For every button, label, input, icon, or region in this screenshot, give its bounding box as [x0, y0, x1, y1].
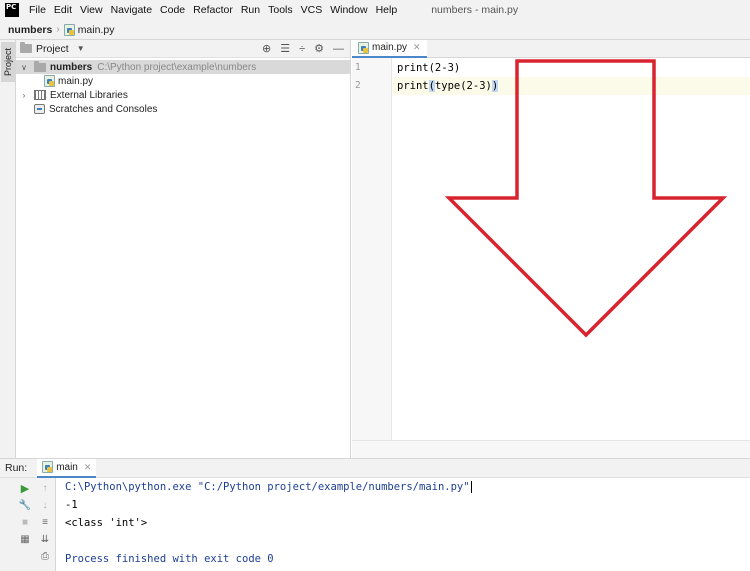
project-folder-icon: [20, 42, 32, 53]
menu-bar: PC File Edit View Navigate Code Refactor…: [0, 0, 750, 20]
menu-vcs[interactable]: VCS: [297, 0, 327, 20]
close-icon[interactable]: ✕: [84, 462, 92, 473]
console-output-line: <class 'int'>: [65, 517, 148, 529]
code-token: print: [397, 80, 429, 92]
left-tool-strip: Project: [0, 40, 16, 458]
menu-file[interactable]: File: [25, 0, 50, 20]
chevron-right-icon[interactable]: ›: [18, 91, 30, 100]
run-console[interactable]: C:\Python\python.exe "C:/Python project/…: [57, 478, 750, 571]
chevron-down-icon[interactable]: ▼: [77, 44, 85, 53]
run-tab-main[interactable]: main ✕: [37, 458, 97, 478]
run-toolbar: ▶ ↑ 🔧 ↓ ■ ≡ ▦ ⇊ ⎙: [0, 478, 56, 571]
soft-wrap-icon[interactable]: ≡: [38, 515, 52, 529]
editor-footer: [352, 440, 750, 458]
menu-view[interactable]: View: [76, 0, 107, 20]
project-panel-header: Project ▼ ⊕ ☰ ÷ ⚙ —: [16, 40, 350, 58]
minimize-icon[interactable]: —: [333, 43, 344, 55]
editor-tab-label: main.py: [372, 42, 408, 53]
line-number: 2: [355, 80, 361, 91]
menu-refactor[interactable]: Refactor: [189, 0, 237, 20]
python-file-icon: [44, 75, 55, 87]
console-output-line: -1: [65, 499, 78, 511]
tree-item-root-name: numbers: [50, 61, 93, 73]
breadcrumb-project[interactable]: numbers: [8, 24, 52, 36]
gear-icon[interactable]: ⚙: [314, 42, 324, 55]
project-tool-tab-label: Project: [3, 47, 13, 76]
run-panel-header: Run: main ✕: [0, 458, 750, 478]
expand-all-icon[interactable]: ☰: [280, 42, 290, 55]
stop-icon[interactable]: ■: [18, 515, 32, 529]
tree-item-project-root[interactable]: ∨ numbers C:\Python project\example\numb…: [16, 60, 350, 74]
brace-highlight: ): [491, 80, 499, 92]
scratches-icon: [34, 104, 45, 114]
project-tool-tab[interactable]: Project: [1, 42, 15, 82]
python-file-icon: [358, 41, 369, 54]
line-number-gutter: 1 2: [352, 58, 392, 440]
tree-item-file-name: main.py: [58, 75, 94, 87]
arrow-down-icon[interactable]: ↓: [38, 498, 52, 512]
code-line-2[interactable]: print(type(2-3)): [393, 77, 750, 95]
line-number: 1: [355, 62, 361, 73]
console-exit-line: Process finished with exit code 0: [65, 553, 274, 565]
text-cursor: [470, 481, 472, 493]
project-header-tools: ⊕ ☰ ÷ ⚙ —: [262, 42, 350, 56]
menu-code[interactable]: Code: [156, 0, 189, 20]
scroll-to-end-icon[interactable]: ⇊: [38, 532, 52, 546]
code-token: type(2-3): [434, 80, 492, 92]
menu-edit[interactable]: Edit: [50, 0, 76, 20]
editor-tab-main-py[interactable]: main.py ✕: [352, 39, 427, 58]
tree-item-external-libraries[interactable]: › External Libraries: [18, 88, 128, 102]
collapse-all-icon[interactable]: ÷: [299, 43, 305, 55]
python-file-icon: [42, 461, 54, 473]
code-line-1[interactable]: print(2-3): [393, 59, 750, 77]
menu-navigate[interactable]: Navigate: [107, 0, 156, 20]
tree-item-root-path: C:\Python project\example\numbers: [97, 61, 257, 73]
wrench-icon[interactable]: 🔧: [18, 498, 32, 512]
breadcrumb: numbers › main.py: [0, 20, 750, 40]
pycharm-logo-icon: PC: [5, 3, 19, 17]
console-command-line: C:\Python\python.exe "C:/Python project/…: [65, 481, 472, 493]
breadcrumb-separator-icon: ›: [56, 24, 60, 35]
folder-icon: [34, 60, 46, 72]
arrow-up-icon[interactable]: ↑: [38, 481, 52, 495]
tree-item-scratches-label: Scratches and Consoles: [49, 103, 158, 115]
tree-item-main-py[interactable]: main.py: [44, 74, 93, 88]
code-editor[interactable]: 1 2 print(2-3) print(type(2-3)): [352, 58, 750, 440]
rerun-icon[interactable]: ▶: [18, 481, 32, 495]
run-panel-label: Run:: [5, 462, 28, 474]
project-panel: Project ▼ ⊕ ☰ ÷ ⚙ — ∨ numbers C:\Python …: [16, 40, 351, 458]
breadcrumb-file[interactable]: main.py: [78, 24, 115, 36]
window-title: numbers - main.py: [431, 4, 519, 16]
locate-file-icon[interactable]: ⊕: [262, 42, 271, 55]
run-tab-label: main: [56, 461, 78, 473]
library-icon: [34, 90, 46, 100]
print-icon[interactable]: ⎙: [38, 549, 52, 563]
tree-item-external-libraries-label: External Libraries: [50, 89, 128, 101]
chevron-down-icon[interactable]: ∨: [18, 63, 30, 72]
editor-tab-bar: main.py ✕: [352, 39, 750, 58]
layout-icon[interactable]: ▦: [18, 532, 32, 546]
menu-run[interactable]: Run: [237, 0, 264, 20]
menu-help[interactable]: Help: [372, 0, 402, 20]
menu-window[interactable]: Window: [326, 0, 371, 20]
tree-item-scratches[interactable]: Scratches and Consoles: [34, 102, 157, 116]
project-view-selector[interactable]: Project: [36, 43, 69, 55]
python-file-icon: [63, 23, 75, 36]
menu-tools[interactable]: Tools: [264, 0, 297, 20]
close-icon[interactable]: ✕: [413, 42, 421, 53]
